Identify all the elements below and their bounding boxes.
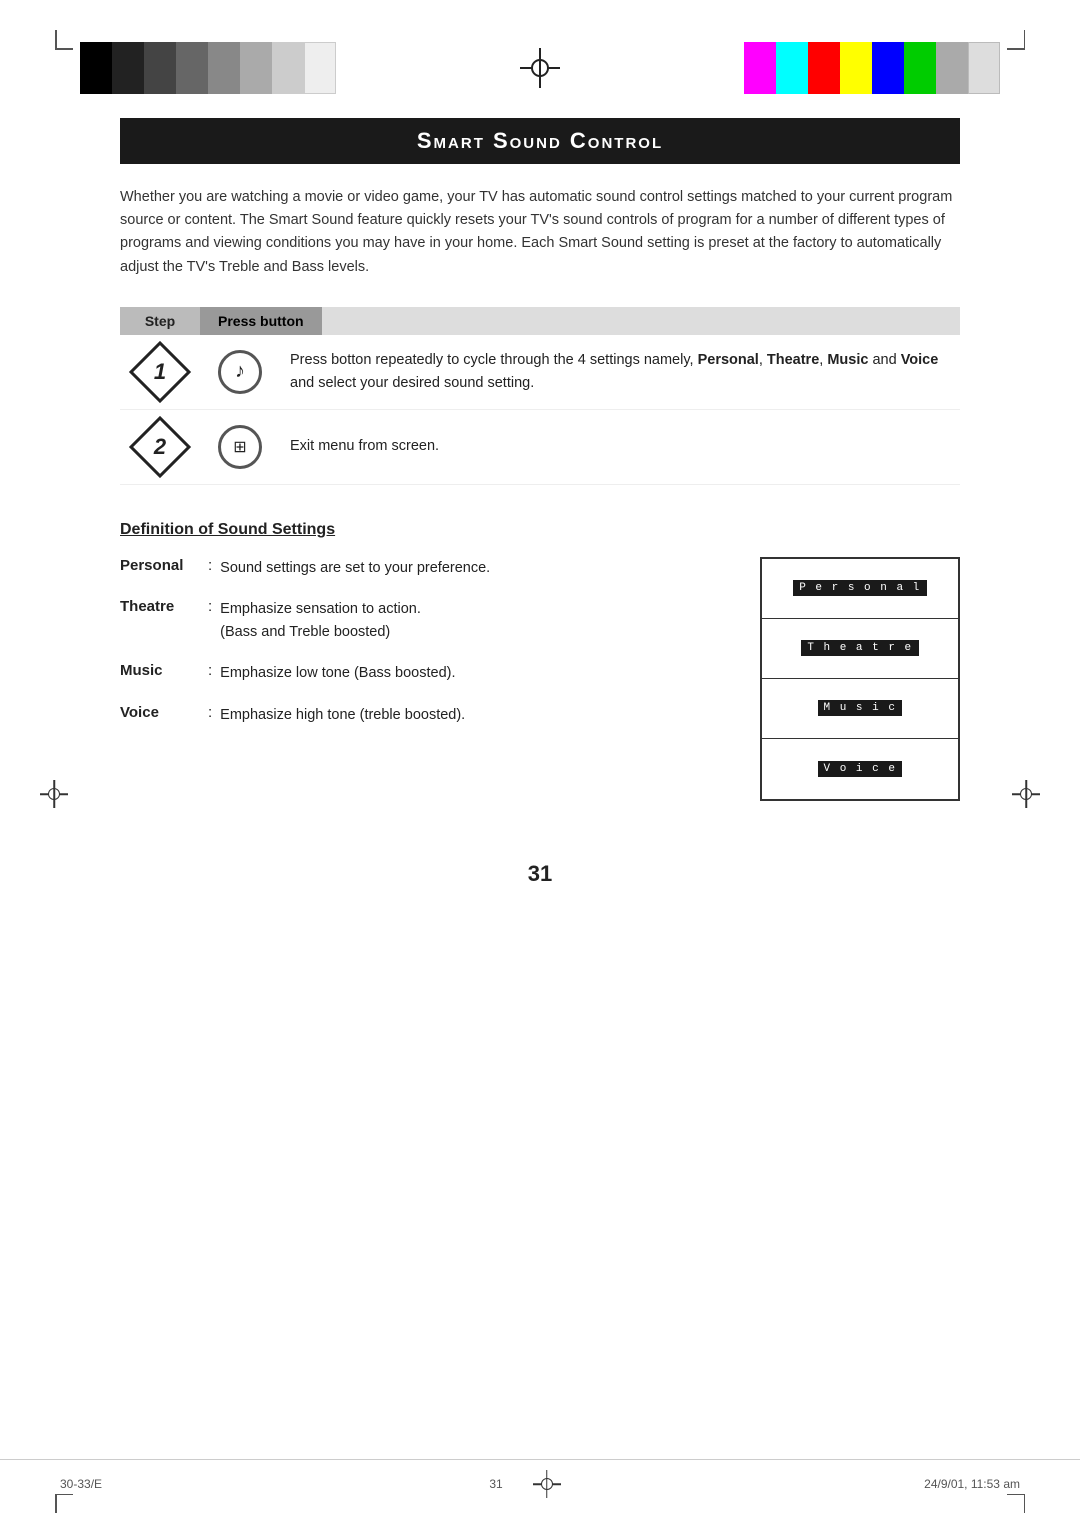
def-term-personal: Personal xyxy=(120,557,200,574)
step-num-text-2: 2 xyxy=(154,434,166,460)
color-block-magenta xyxy=(744,42,776,94)
menu-item-voice: V o i c e xyxy=(762,739,958,799)
def-desc-theatre: Emphasize sensation to action. (Bass and… xyxy=(220,598,720,644)
page-title: Smart Sound Control xyxy=(120,118,960,164)
def-desc-personal: Sound settings are set to your preferenc… xyxy=(220,557,720,580)
bottom-bar: 30-33/E 31 24/9/01, 11:53 am xyxy=(0,1459,1080,1508)
personal-label: Personal xyxy=(698,352,759,368)
left-crosshair xyxy=(40,780,68,808)
bw-block-5 xyxy=(208,42,240,94)
menu-item-music: M u s i c xyxy=(762,679,958,739)
color-block-lightgray xyxy=(968,42,1000,94)
color-block-yellow xyxy=(840,42,872,94)
def-term-theatre: Theatre xyxy=(120,598,200,615)
step-desc-1: Press botton repeatedly to cycle through… xyxy=(280,349,960,395)
definition-list: Personal : Sound settings are set to you… xyxy=(120,557,720,801)
step-row-1: 1 ♪ Press botton repeatedly to cycle thr… xyxy=(120,335,960,410)
def-theatre: Theatre : Emphasize sensation to action.… xyxy=(120,598,720,644)
definition-section: Definition of Sound Settings Personal : … xyxy=(120,521,960,801)
bw-block-7 xyxy=(272,42,304,94)
step-row-2: 2 ⊞ Exit menu from screen. xyxy=(120,410,960,485)
bw-block-2 xyxy=(112,42,144,94)
right-crosshair xyxy=(1012,780,1040,808)
menu-label-personal: P e r s o n a l xyxy=(793,580,927,596)
intro-paragraph: Whether you are watching a movie or vide… xyxy=(120,186,960,279)
music-button-icon: ♪ xyxy=(218,350,262,394)
step-number-2: 2 xyxy=(120,422,200,472)
def-desc-voice: Emphasize high tone (treble boosted). xyxy=(220,704,720,727)
bottom-date-code: 24/9/01, 11:53 am xyxy=(700,1477,1020,1491)
bw-block-6 xyxy=(240,42,272,94)
bw-block-8 xyxy=(304,42,336,94)
step-diamond-2: 2 xyxy=(135,422,185,472)
color-block-red xyxy=(808,42,840,94)
bw-block-1 xyxy=(80,42,112,94)
def-desc-music: Emphasize low tone (Bass boosted). xyxy=(220,662,720,685)
definition-title: Definition of Sound Settings xyxy=(120,521,960,539)
step-number-1: 1 xyxy=(120,347,200,397)
step-desc-2: Exit menu from screen. xyxy=(280,435,960,458)
step-col-header: Step xyxy=(120,307,200,335)
corner-bracket-tr xyxy=(1007,30,1025,50)
page-content: Smart Sound Control Whether you are watc… xyxy=(0,118,1080,887)
bottom-page-num: 31 xyxy=(489,1477,502,1491)
def-music: Music : Emphasize low tone (Bass boosted… xyxy=(120,662,720,685)
bw-block-3 xyxy=(144,42,176,94)
music-note-icon: ♪ xyxy=(235,360,245,383)
step-table-header: Step Press button xyxy=(120,307,960,335)
def-term-voice: Voice xyxy=(120,704,200,721)
step-diamond-1: 1 xyxy=(135,347,185,397)
menu-label-music: M u s i c xyxy=(818,700,903,716)
sound-menu-panel: P e r s o n a l T h e a t r e M u s i c … xyxy=(760,557,960,801)
color-blocks xyxy=(744,42,1000,94)
color-block-cyan xyxy=(776,42,808,94)
color-block-blue xyxy=(872,42,904,94)
press-col-header: Press button xyxy=(200,307,322,335)
definition-content: Personal : Sound settings are set to you… xyxy=(120,557,960,801)
menu-label-theatre: T h e a t r e xyxy=(801,640,918,656)
def-sub-theatre: (Bass and Treble boosted) xyxy=(220,621,720,644)
color-block-green xyxy=(904,42,936,94)
step-icon-1: ♪ xyxy=(200,350,280,394)
theatre-label: Theatre xyxy=(767,352,819,368)
menu-icon: ⊞ xyxy=(233,437,246,457)
top-crosshair xyxy=(510,38,570,98)
bw-block-4 xyxy=(176,42,208,94)
voice-label: Voice xyxy=(901,352,939,368)
menu-label-voice: V o i c e xyxy=(818,761,903,777)
step-icon-2: ⊞ xyxy=(200,425,280,469)
corner-bracket-tl xyxy=(55,30,73,50)
def-term-music: Music xyxy=(120,662,200,679)
bw-color-blocks xyxy=(80,42,336,94)
bottom-doc-code: 30-33/E xyxy=(60,1477,380,1491)
def-personal: Personal : Sound settings are set to you… xyxy=(120,557,720,580)
top-bar xyxy=(0,0,1080,118)
music-label: Music xyxy=(827,352,868,368)
color-block-gray xyxy=(936,42,968,94)
menu-item-personal: P e r s o n a l xyxy=(762,559,958,619)
menu-button-icon: ⊞ xyxy=(218,425,262,469)
bottom-crosshair xyxy=(533,1470,561,1498)
def-voice: Voice : Emphasize high tone (treble boos… xyxy=(120,704,720,727)
menu-item-theatre: T h e a t r e xyxy=(762,619,958,679)
page-number: 31 xyxy=(120,861,960,887)
step-num-text-1: 1 xyxy=(154,359,166,385)
